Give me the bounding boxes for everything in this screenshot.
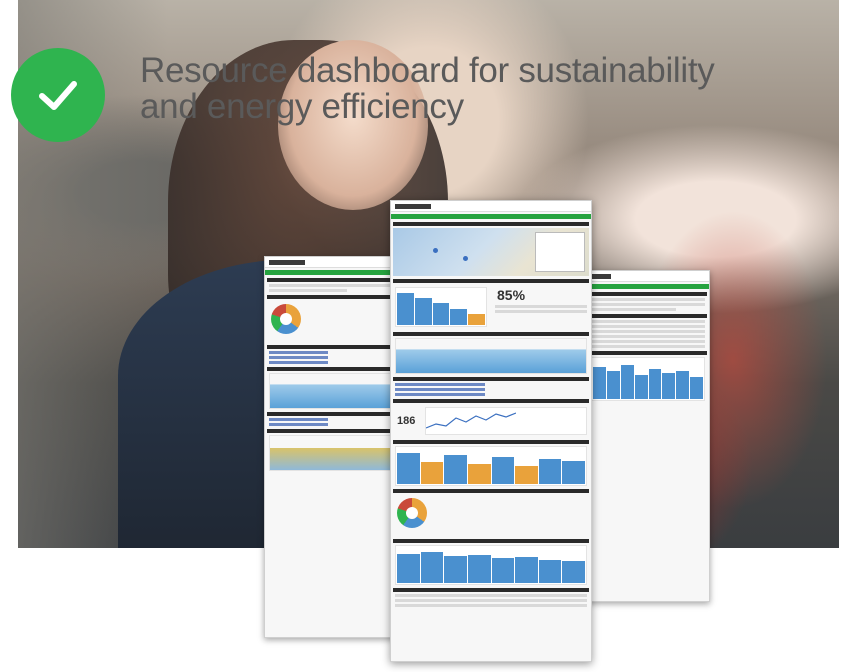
check-icon bbox=[11, 48, 105, 142]
area-chart bbox=[269, 373, 391, 409]
headline-line-1: Resource dashboard for sustainability bbox=[140, 51, 715, 90]
dashboard-left bbox=[264, 256, 396, 638]
app-logo bbox=[269, 259, 305, 265]
app-header bbox=[587, 271, 709, 282]
nav-bar bbox=[265, 270, 395, 275]
app-header bbox=[391, 201, 591, 212]
dashboard-screenshots: 85% 186 bbox=[256, 192, 716, 662]
area-chart bbox=[269, 435, 391, 471]
donut-chart bbox=[271, 304, 301, 334]
area-chart bbox=[395, 338, 587, 374]
app-logo bbox=[395, 203, 431, 209]
bar-chart bbox=[395, 287, 487, 327]
score-percent: 85% bbox=[497, 287, 526, 303]
map-widget bbox=[393, 228, 589, 276]
bar-chart bbox=[591, 357, 705, 401]
app-logo bbox=[591, 273, 611, 279]
app-header bbox=[265, 257, 395, 268]
bar-chart bbox=[395, 545, 587, 585]
dashboard-center: 85% 186 bbox=[390, 200, 592, 662]
headline-line-2: and energy efficiency bbox=[140, 87, 464, 126]
bar-chart bbox=[395, 446, 587, 486]
nav-bar bbox=[391, 214, 591, 219]
donut-chart bbox=[397, 498, 427, 528]
headline: Resource dashboard for sustainability an… bbox=[140, 53, 715, 125]
line-chart bbox=[425, 407, 587, 435]
meter-value: 186 bbox=[397, 415, 416, 427]
nav-bar bbox=[587, 284, 709, 289]
dashboard-right bbox=[586, 270, 710, 602]
